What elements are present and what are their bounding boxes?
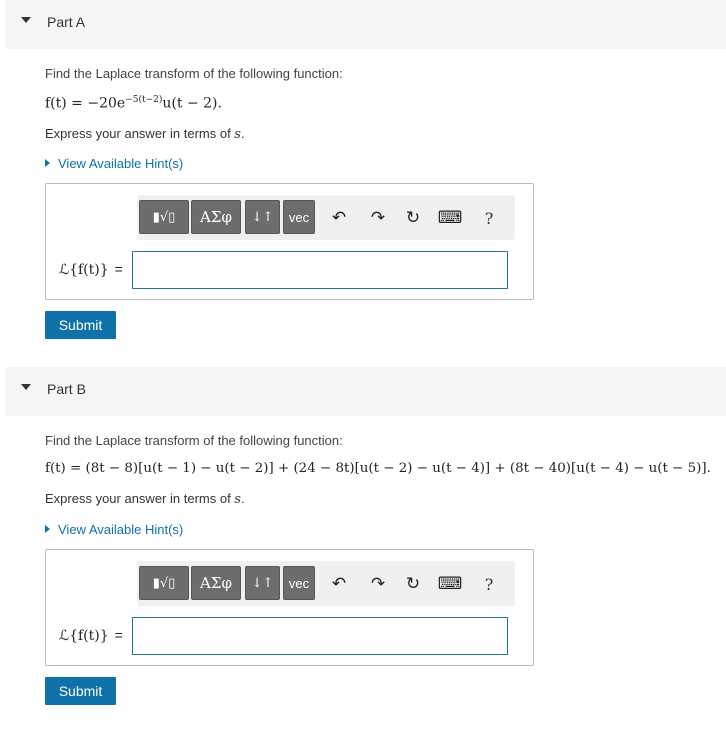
- answer-box: ▮√▯ ΑΣφ ↓↑ vec ↶ ↷ ↻ ⌨ ? ℒ{f(t)} =: [45, 183, 534, 300]
- submit-button[interactable]: Submit: [45, 311, 116, 339]
- redo-icon[interactable]: ↷: [367, 573, 389, 595]
- help-icon[interactable]: ?: [478, 573, 500, 595]
- question-prompt: Find the Laplace transform of the follow…: [45, 433, 343, 448]
- express-prefix: Express your answer in terms of: [45, 126, 235, 141]
- math-toolbar: ▮√▯ ΑΣφ ↓↑ vec ↶ ↷ ↻ ⌨ ?: [137, 195, 515, 240]
- templates-button[interactable]: ▮√▯: [139, 200, 189, 234]
- vector-button[interactable]: vec: [283, 566, 315, 600]
- reset-icon[interactable]: ↻: [402, 573, 424, 595]
- expand-triangle-icon: [45, 525, 50, 533]
- reset-icon[interactable]: ↻: [402, 207, 424, 229]
- greek-symbols-button[interactable]: ΑΣφ: [191, 200, 241, 234]
- express-instruction: Express your answer in terms of s.: [45, 126, 245, 142]
- answer-box: ▮√▯ ΑΣφ ↓↑ vec ↶ ↷ ↻ ⌨ ? ℒ{f(t)} =: [45, 549, 534, 666]
- redo-icon[interactable]: ↷: [367, 207, 389, 229]
- express-suffix: .: [240, 491, 245, 506]
- answer-input[interactable]: [132, 617, 508, 655]
- math-toolbar: ▮√▯ ΑΣφ ↓↑ vec ↶ ↷ ↻ ⌨ ?: [137, 561, 515, 606]
- question-prompt: Find the Laplace transform of the follow…: [45, 66, 343, 81]
- help-icon[interactable]: ?: [478, 207, 500, 229]
- undo-icon[interactable]: ↶: [328, 207, 350, 229]
- equals-sign: =: [114, 627, 123, 643]
- part-title: Part A: [47, 14, 86, 30]
- hint-label: View Available Hint(s): [58, 156, 184, 171]
- answer-label: ℒ{f(t)} =: [59, 261, 123, 278]
- answer-label: ℒ{f(t)} =: [59, 627, 123, 644]
- keyboard-icon[interactable]: ⌨: [438, 573, 463, 595]
- function-exponent: −5(t−2): [125, 95, 163, 105]
- function-expression: f(t) = (8t − 8)[u(t − 1) − u(t − 2)] + (…: [45, 461, 711, 476]
- undo-icon[interactable]: ↶: [328, 573, 350, 595]
- submit-button[interactable]: Submit: [45, 677, 116, 705]
- express-suffix: .: [240, 126, 245, 141]
- laplace-lhs: ℒ{f(t)}: [59, 628, 109, 644]
- part-b-header[interactable]: Part B: [5, 367, 726, 416]
- express-prefix: Express your answer in terms of: [45, 491, 235, 506]
- part-title: Part B: [47, 381, 86, 397]
- expand-triangle-icon: [45, 159, 50, 167]
- vector-button[interactable]: vec: [283, 200, 315, 234]
- arrows-button[interactable]: ↓↑: [245, 566, 280, 600]
- function-expression: f(t) = −20e−5(t−2)u(t − 2).: [45, 95, 222, 112]
- equals-sign: =: [114, 261, 123, 277]
- keyboard-icon[interactable]: ⌨: [438, 207, 463, 229]
- collapse-triangle-icon[interactable]: [21, 17, 31, 23]
- function-text: f(t) = −20e: [45, 95, 126, 112]
- hint-label: View Available Hint(s): [58, 522, 184, 537]
- express-var: s: [234, 492, 241, 507]
- collapse-triangle-icon[interactable]: [21, 384, 31, 390]
- view-hints-link[interactable]: View Available Hint(s): [45, 156, 183, 171]
- function-tail: u(t − 2).: [162, 95, 222, 112]
- view-hints-link[interactable]: View Available Hint(s): [45, 522, 183, 537]
- laplace-lhs: ℒ{f(t)}: [59, 262, 109, 278]
- greek-symbols-button[interactable]: ΑΣφ: [191, 566, 241, 600]
- part-a-header[interactable]: Part A: [5, 0, 726, 49]
- templates-button[interactable]: ▮√▯: [139, 566, 189, 600]
- arrows-button[interactable]: ↓↑: [245, 200, 280, 234]
- express-instruction: Express your answer in terms of s.: [45, 491, 245, 507]
- answer-input[interactable]: [132, 251, 508, 289]
- express-var: s: [234, 127, 241, 142]
